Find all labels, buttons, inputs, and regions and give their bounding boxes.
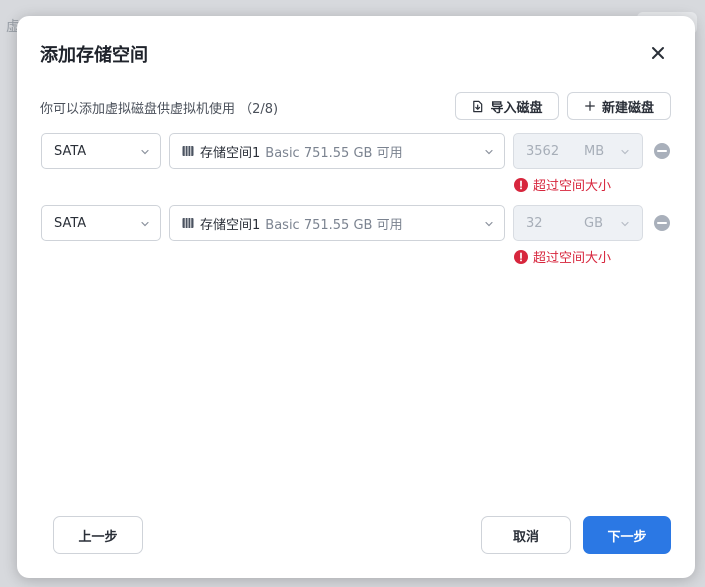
chevron-down-icon <box>141 221 149 227</box>
cancel-button[interactable]: 取消 <box>481 516 571 554</box>
dialog-title: 添加存储空间 <box>40 45 148 66</box>
import-disk-label: 导入磁盘 <box>490 100 543 116</box>
file-import-icon <box>473 100 483 112</box>
storage-pool-icon <box>182 146 194 156</box>
disk-size-field[interactable]: 32 GB <box>513 205 643 241</box>
new-disk-button[interactable]: 新建磁盘 <box>567 92 671 120</box>
disk-size-value: 3562 <box>526 144 560 159</box>
plus-icon <box>585 101 595 111</box>
minus-circle-icon <box>654 215 670 231</box>
storage-space-select[interactable]: 存储空间1 Basic 751.55 GB 可用 <box>169 133 505 169</box>
disk-size-unit: GB <box>584 216 603 231</box>
error-message: 超过空间大小 <box>514 175 611 194</box>
import-disk-button[interactable]: 导入磁盘 <box>455 92 559 120</box>
error-icon <box>514 177 528 192</box>
chevron-down-icon <box>621 149 629 155</box>
disk-type-value: SATA <box>54 143 87 159</box>
close-icon <box>652 47 664 59</box>
disk-size-unit: MB <box>584 144 605 159</box>
add-storage-dialog: 添加存储空间 你可以添加虚拟磁盘供虚拟机使用 （2/8) 导入磁盘 新建磁盘 S… <box>17 16 695 578</box>
error-message: 超过空间大小 <box>514 247 611 266</box>
disk-size-field[interactable]: 3562 MB <box>513 133 643 169</box>
previous-step-button[interactable]: 上一步 <box>53 516 143 554</box>
close-button[interactable] <box>647 42 669 64</box>
remove-disk-button[interactable] <box>653 214 671 232</box>
chevron-down-icon <box>485 149 493 155</box>
storage-space-detail: Basic 751.55 GB 可用 <box>265 217 403 233</box>
chevron-down-icon <box>621 221 629 227</box>
storage-space-detail: Basic 751.55 GB 可用 <box>265 145 403 161</box>
error-icon <box>514 249 528 264</box>
chevron-down-icon <box>141 149 149 155</box>
disk-type-value: SATA <box>54 215 87 231</box>
next-step-button[interactable]: 下一步 <box>583 516 671 554</box>
storage-pool-icon <box>182 218 194 228</box>
error-text: 超过空间大小 <box>533 251 612 266</box>
minus-circle-icon <box>654 143 670 159</box>
disk-size-value: 32 <box>526 216 543 231</box>
remove-disk-button[interactable] <box>653 142 671 160</box>
chevron-down-icon <box>485 221 493 227</box>
error-text: 超过空间大小 <box>533 179 612 194</box>
storage-space-name: 存储空间1 <box>200 145 261 161</box>
new-disk-label: 新建磁盘 <box>601 100 654 116</box>
storage-space-name: 存储空间1 <box>200 217 261 233</box>
storage-space-select[interactable]: 存储空间1 Basic 751.55 GB 可用 <box>169 205 505 241</box>
dialog-subtitle: 你可以添加虚拟磁盘供虚拟机使用 （2/8) <box>40 102 279 117</box>
disk-type-select[interactable]: SATA <box>41 205 161 241</box>
disk-type-select[interactable]: SATA <box>41 133 161 169</box>
